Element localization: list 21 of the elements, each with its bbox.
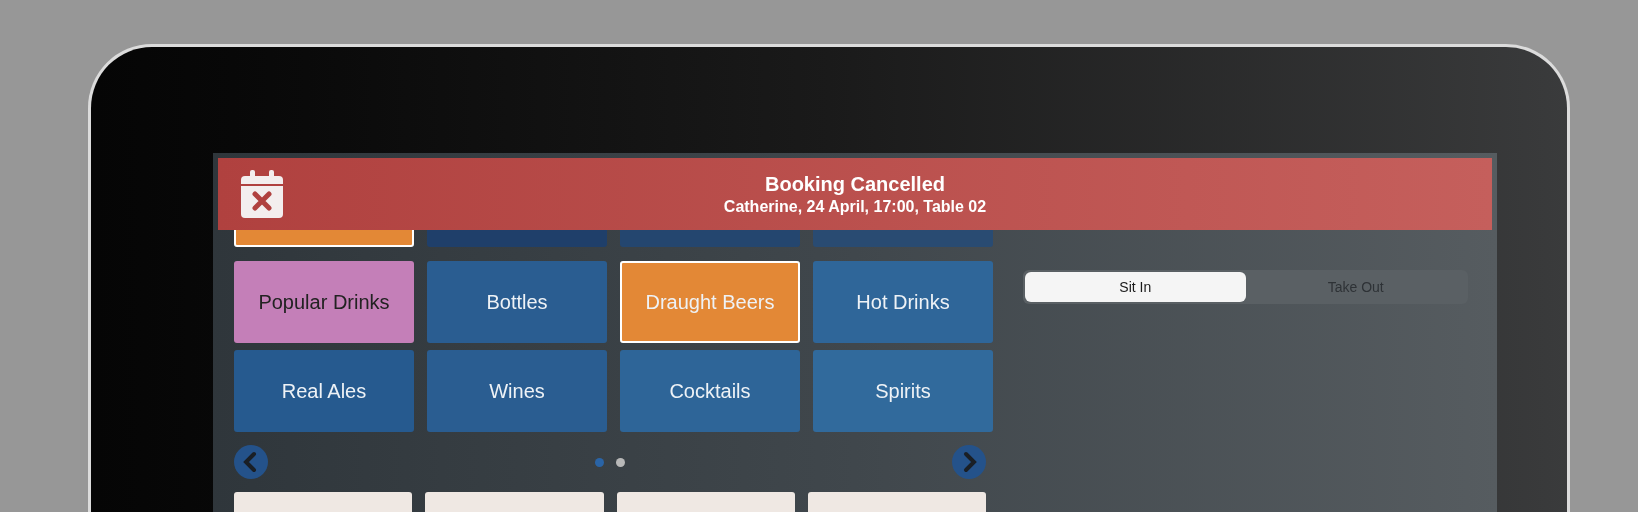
order-type-tab[interactable]: Sit In — [1025, 272, 1246, 302]
chevron-left-icon[interactable] — [234, 445, 268, 479]
category-label: Draught Beers — [645, 290, 775, 315]
banner-subtitle: Catherine, 24 April, 17:00, Table 02 — [723, 196, 987, 217]
category-label: Bottles — [486, 290, 548, 315]
category-tile[interactable]: Wines — [427, 350, 607, 432]
category-tile[interactable]: Spirits — [813, 350, 993, 432]
category-label: Spirits — [875, 379, 931, 404]
category-label: Real Ales — [281, 379, 367, 404]
category-tile[interactable]: Bottles — [427, 261, 607, 343]
chevron-right-icon[interactable] — [952, 445, 986, 479]
banner-title: Booking Cancelled — [765, 171, 945, 197]
category-tile[interactable]: Popular Drinks — [234, 261, 414, 343]
category-label: Popular Drinks — [258, 290, 390, 315]
category-tile[interactable]: Hot Drinks — [813, 261, 993, 343]
category-tile[interactable]: Real Ales — [234, 350, 414, 432]
category-label: Hot Drinks — [856, 290, 950, 315]
category-label: Cocktails — [669, 379, 751, 404]
category-tile[interactable]: Cocktails — [620, 350, 800, 432]
calendar-cancel-icon — [241, 170, 283, 218]
category-label: Wines — [489, 379, 545, 404]
